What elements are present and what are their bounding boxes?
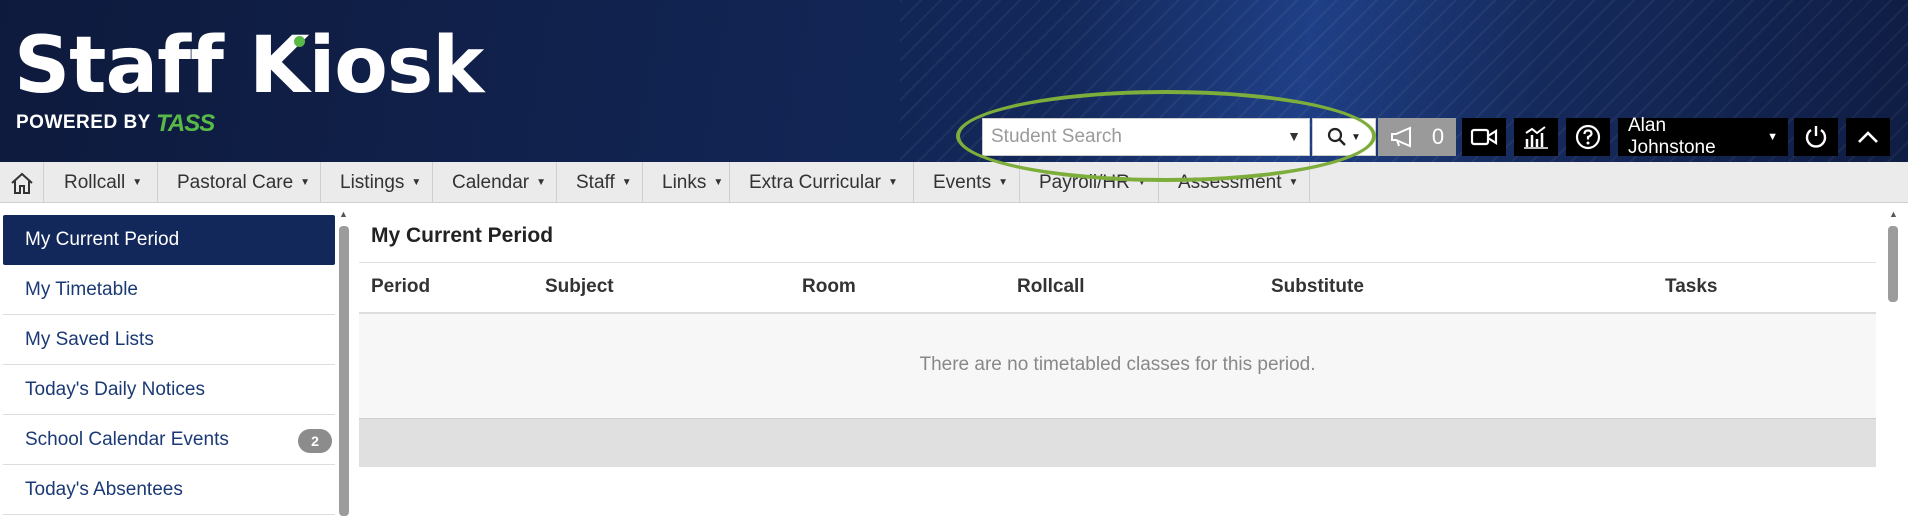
nav-label: Rollcall	[64, 171, 126, 193]
help-button[interactable]	[1566, 118, 1610, 156]
student-search-field[interactable]: ▼	[982, 118, 1310, 156]
chart-icon	[1524, 126, 1548, 149]
nav-label: Extra Curricular	[749, 171, 881, 193]
student-search-input[interactable]	[983, 119, 1283, 155]
sidebar-item-label: School Calendar Events	[25, 428, 229, 450]
nav-pastoral-care[interactable]: Pastoral Care ▼	[158, 162, 321, 203]
main-panel: My Current Period Period Subject Room Ro…	[359, 208, 1876, 513]
nav-extra-curricular[interactable]: Extra Curricular ▼	[730, 162, 914, 203]
logo-powered-by: POWERED BY	[16, 112, 151, 133]
staff-kiosk-logo[interactable]: Staff Kiosk POWERED BY TASS	[14, 26, 484, 141]
caret-down-icon: ▼	[1136, 177, 1147, 188]
column-header-tasks[interactable]: Tasks	[1665, 276, 1717, 298]
video-icon	[1470, 128, 1498, 146]
scrollbar-thumb[interactable]	[339, 226, 349, 516]
caret-down-icon: ▼	[1288, 177, 1299, 188]
sidebar: My Current Period My Timetable My Saved …	[0, 208, 336, 515]
sidebar-item-todays-absentees[interactable]: Today's Absentees	[3, 465, 335, 515]
logo-brand: TASS	[156, 110, 215, 137]
sidebar-scrollbar[interactable]: ▲	[338, 208, 350, 516]
user-name: Alan Johnstone	[1628, 115, 1716, 158]
nav-payroll-hr[interactable]: Payroll/HR ▼	[1020, 162, 1159, 203]
home-icon	[10, 172, 33, 194]
caret-down-icon: ▼	[300, 177, 311, 188]
sidebar-item-label: My Timetable	[25, 278, 138, 300]
nav-label: Events	[933, 171, 992, 193]
nav-label: Payroll/HR	[1039, 171, 1130, 193]
nav-label: Pastoral Care	[177, 171, 294, 193]
scroll-up-icon[interactable]: ▲	[339, 209, 348, 219]
empty-message: There are no timetabled classes for this…	[919, 354, 1316, 375]
nav-label: Calendar	[452, 171, 530, 193]
chevron-down-icon[interactable]: ▼	[1287, 128, 1301, 144]
sidebar-item-my-saved-lists[interactable]: My Saved Lists	[3, 315, 335, 365]
nav-calendar[interactable]: Calendar ▼	[433, 162, 557, 203]
column-header-room[interactable]: Room	[802, 276, 856, 298]
caret-down-icon: ▼	[713, 177, 724, 188]
header: Staff Kiosk POWERED BY TASS ▼ ▼ 0	[0, 0, 1908, 162]
collapse-header-button[interactable]	[1846, 118, 1890, 156]
sidebar-item-label: My Current Period	[25, 228, 180, 250]
caret-down-icon: ▼	[887, 177, 898, 188]
caret-down-icon: ▼	[411, 177, 422, 188]
search-icon	[1327, 127, 1346, 146]
caret-down-icon: ▼	[621, 177, 632, 188]
nav-staff[interactable]: Staff ▼	[557, 162, 643, 203]
column-header-substitute[interactable]: Substitute	[1271, 276, 1364, 298]
notices-count: 0	[1431, 124, 1445, 149]
nav-label: Staff	[576, 171, 615, 193]
megaphone-icon	[1390, 126, 1411, 148]
empty-table-row: There are no timetabled classes for this…	[359, 314, 1876, 426]
search-button[interactable]: ▼	[1312, 118, 1376, 156]
sidebar-item-daily-notices[interactable]: Today's Daily Notices	[3, 365, 335, 415]
nav-events[interactable]: Events ▼	[914, 162, 1020, 203]
analytics-button[interactable]	[1514, 118, 1558, 156]
count-badge: 2	[298, 429, 332, 453]
main-scrollbar[interactable]: ▲	[1886, 208, 1900, 513]
nav-links[interactable]: Links ▼	[643, 162, 730, 203]
column-header-rollcall[interactable]: Rollcall	[1017, 276, 1085, 298]
nav-label: Listings	[340, 171, 405, 193]
notices-button[interactable]: 0	[1378, 118, 1456, 156]
help-icon	[1575, 124, 1601, 150]
divider	[359, 262, 1876, 263]
logout-button[interactable]	[1794, 118, 1838, 156]
logo-title: Staff Kiosk	[14, 21, 484, 111]
table-footer	[359, 418, 1876, 467]
caret-down-icon: ▼	[998, 177, 1008, 188]
sidebar-item-label: Today's Absentees	[25, 478, 183, 500]
sidebar-item-my-timetable[interactable]: My Timetable	[3, 265, 335, 315]
nav-label: Assessment	[1178, 171, 1282, 193]
video-button[interactable]	[1462, 118, 1506, 156]
home-button[interactable]	[0, 162, 44, 203]
caret-down-icon: ▼	[1767, 131, 1778, 143]
nav-assessment[interactable]: Assessment ▼	[1159, 162, 1310, 203]
sidebar-item-label: Today's Daily Notices	[25, 378, 205, 400]
nav-listings[interactable]: Listings ▼	[321, 162, 433, 203]
chevron-up-icon	[1858, 131, 1878, 143]
main-navbar: Rollcall ▼ Pastoral Care ▼ Listings ▼ Calen…	[0, 162, 1908, 203]
logo-dot	[294, 36, 305, 47]
scrollbar-thumb[interactable]	[1888, 226, 1898, 302]
scroll-up-icon[interactable]: ▲	[1889, 209, 1898, 219]
column-header-period[interactable]: Period	[371, 276, 430, 298]
page-title: My Current Period	[371, 224, 554, 247]
sidebar-item-label: My Saved Lists	[25, 328, 154, 350]
user-menu-button[interactable]: Alan Johnstone ▼	[1618, 115, 1788, 158]
caret-down-icon: ▼	[132, 177, 143, 188]
caret-down-icon: ▼	[1351, 131, 1361, 143]
sidebar-item-my-current-period[interactable]: My Current Period	[3, 215, 335, 265]
nav-label: Links	[662, 171, 707, 193]
caret-down-icon: ▼	[536, 177, 547, 188]
nav-rollcall[interactable]: Rollcall ▼	[45, 162, 158, 203]
column-header-subject[interactable]: Subject	[545, 276, 614, 298]
sidebar-item-school-calendar-events[interactable]: School Calendar Events 2	[3, 415, 335, 465]
power-icon	[1805, 126, 1827, 148]
